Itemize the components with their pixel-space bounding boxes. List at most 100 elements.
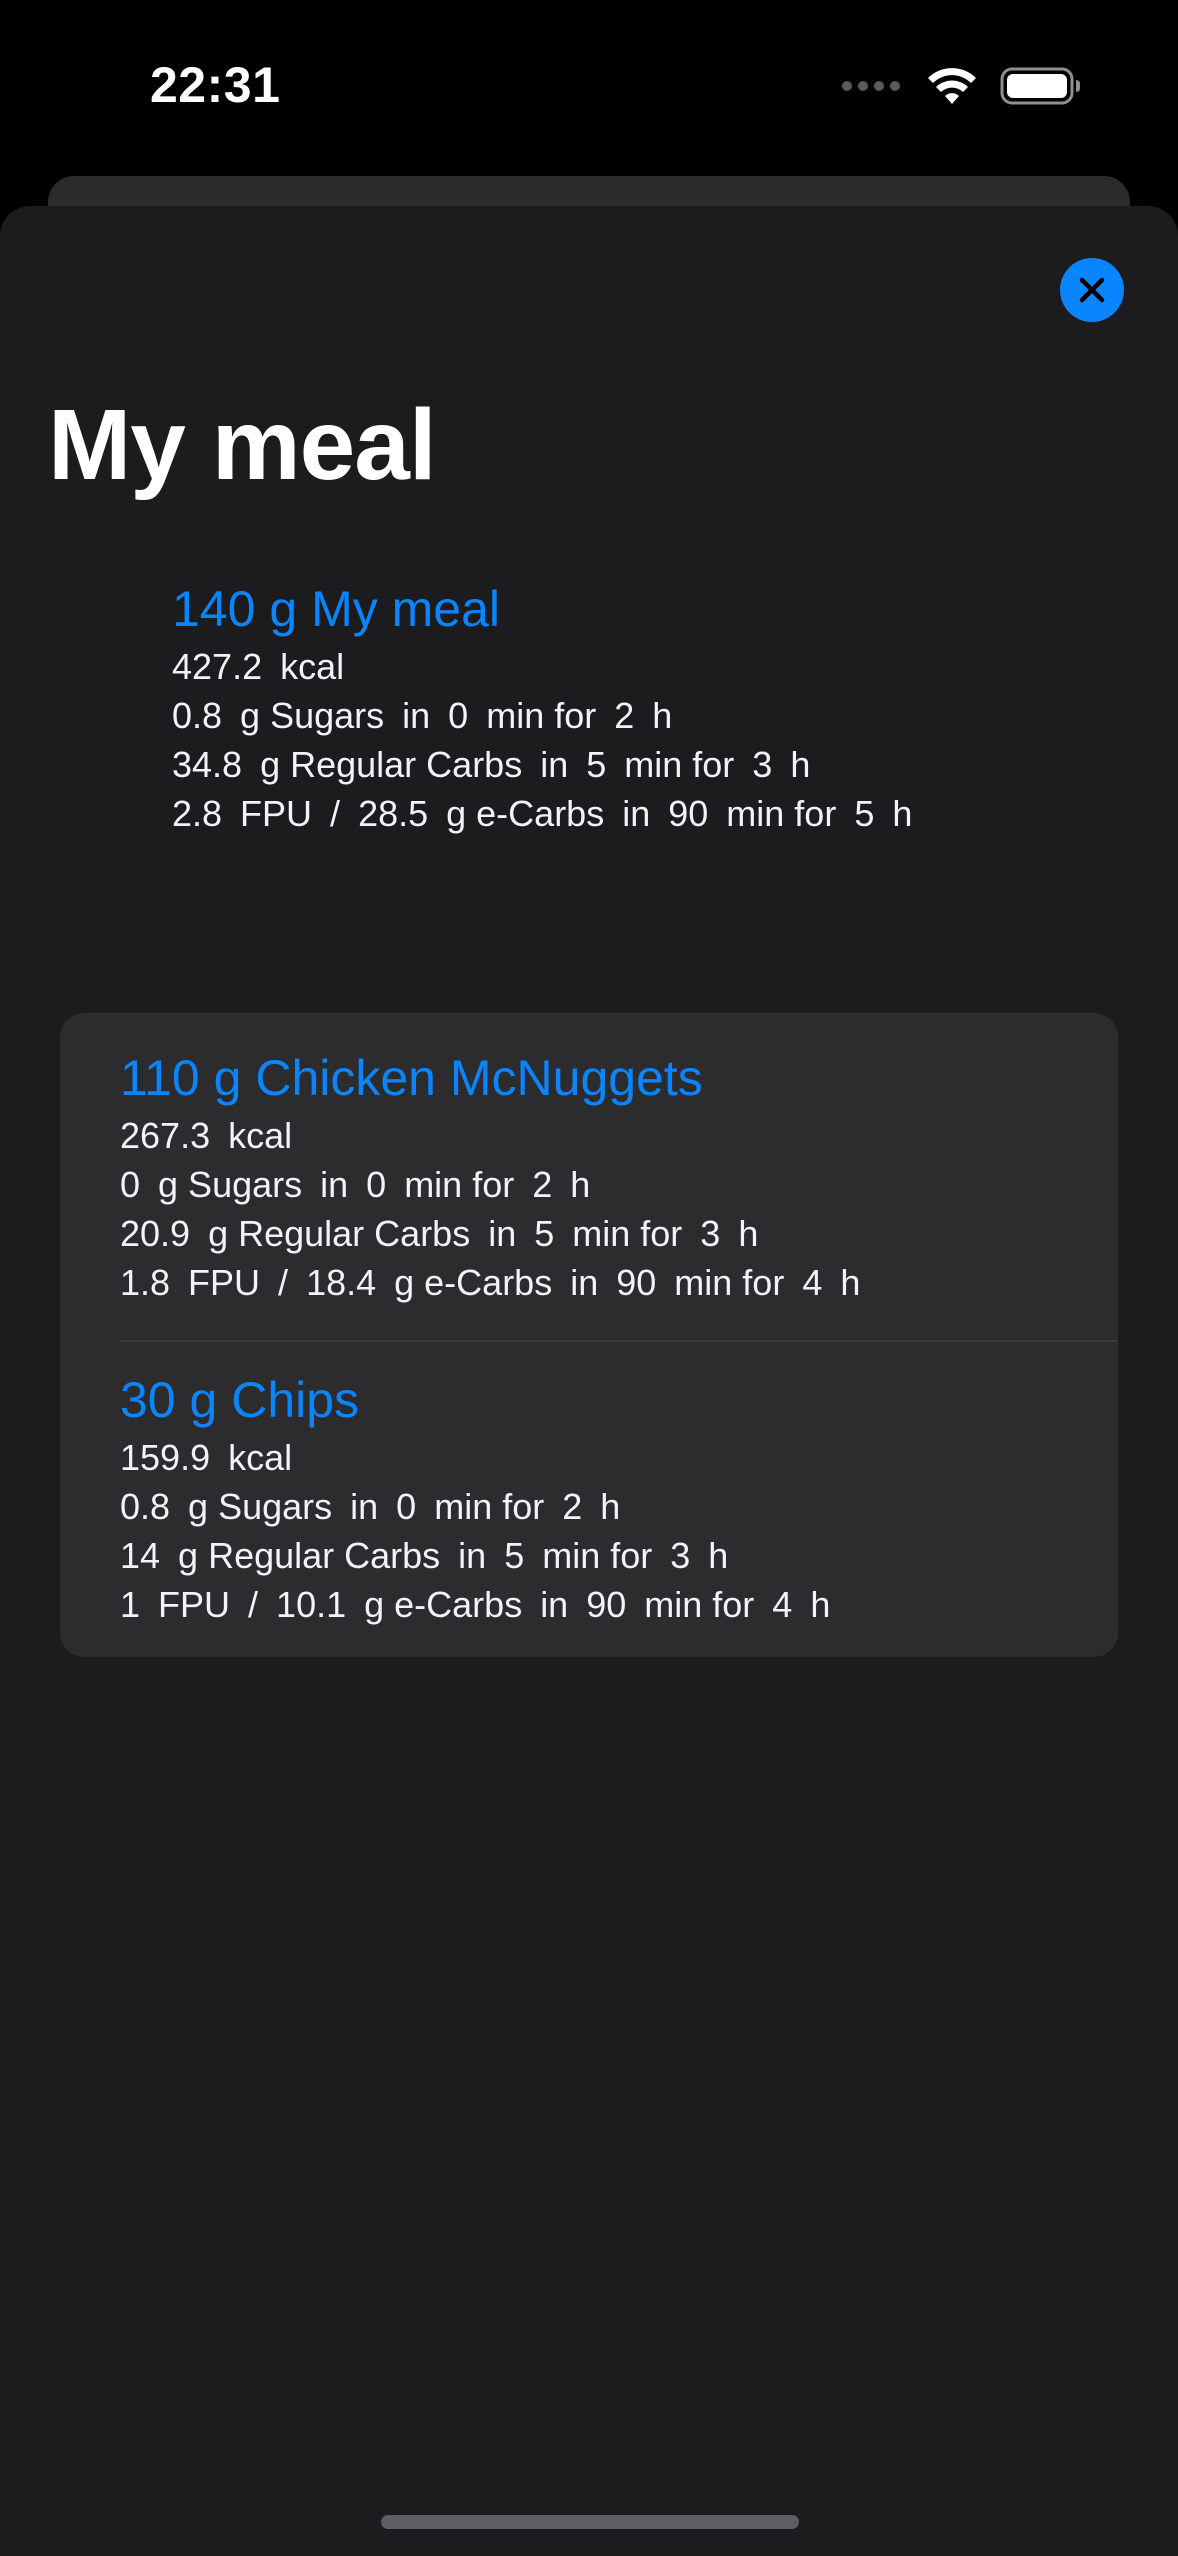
item-kcal-line: 159.9 kcal <box>120 1433 1118 1482</box>
in-label: in <box>458 1535 487 1576</box>
summary-kcal-line: 427.2 kcal <box>172 642 930 691</box>
min-for-label: min for <box>404 1164 515 1205</box>
fpu-label: FPU <box>158 1584 231 1625</box>
item-ecarbs-delay: 90 <box>616 1262 657 1303</box>
ecarbs-label: g e-Carbs <box>446 793 605 834</box>
item-sugars-duration: 2 <box>532 1164 553 1205</box>
kcal-label: kcal <box>228 1437 293 1478</box>
summary-regular-carbs-line: 34.8 g Regular Carbs in 5 min for 3 h <box>172 740 930 789</box>
in-label: in <box>488 1213 517 1254</box>
min-for-label: min for <box>726 793 837 834</box>
summary-sugars-delay: 0 <box>448 695 469 736</box>
item-amount: 30 <box>120 1372 176 1428</box>
item-amount: 110 <box>120 1050 200 1106</box>
hours-label: h <box>570 1164 591 1205</box>
screen: 22:31 My meal 140 g My meal 427.2 kcal 0… <box>0 0 1178 2556</box>
min-for-label: min for <box>644 1584 755 1625</box>
hours-label: h <box>840 1262 861 1303</box>
summary-unit: g <box>269 581 298 637</box>
sugars-label: g Sugars <box>188 1486 333 1527</box>
page-title: My meal <box>48 389 437 501</box>
item-ecarbs-duration: 4 <box>802 1262 823 1303</box>
slash-label: / <box>330 793 341 834</box>
fpu-label: FPU <box>188 1262 261 1303</box>
item-unit: g <box>189 1372 218 1428</box>
meal-summary: 140 g My meal 427.2 kcal 0.8 g Sugars in 0 mi… <box>172 578 930 838</box>
summary-name: My meal <box>311 581 500 637</box>
min-for-label: min for <box>624 744 735 785</box>
regular-carbs-label: g Regular Carbs <box>208 1213 471 1254</box>
item-kcal: 159.9 <box>120 1437 211 1478</box>
list-divider <box>120 1340 1118 1342</box>
item-unit: g <box>213 1050 242 1106</box>
item-fpu: 1.8 <box>120 1262 171 1303</box>
item-regular-duration: 3 <box>670 1535 691 1576</box>
item-sugars: 0 <box>120 1164 141 1205</box>
list-item[interactable]: 30 g Chips 159.9 kcal 0.8 g Sugars in 0 min f… <box>120 1369 1118 1629</box>
close-icon <box>1079 277 1105 303</box>
slash-label: / <box>248 1584 259 1625</box>
cellular-signal-icon <box>842 81 900 91</box>
hours-label: h <box>652 695 673 736</box>
item-regular-duration: 3 <box>700 1213 721 1254</box>
item-ecarbs-duration: 4 <box>772 1584 793 1625</box>
in-label: in <box>320 1164 349 1205</box>
summary-ecarbs: 28.5 <box>358 793 429 834</box>
hours-label: h <box>738 1213 759 1254</box>
min-for-label: min for <box>542 1535 653 1576</box>
in-label: in <box>540 1584 569 1625</box>
item-regular-delay: 5 <box>534 1213 555 1254</box>
summary-kcal: 427.2 <box>172 646 263 687</box>
item-sugars-delay: 0 <box>396 1486 417 1527</box>
sugars-label: g Sugars <box>240 695 385 736</box>
item-sugars-delay: 0 <box>366 1164 387 1205</box>
hours-label: h <box>810 1584 831 1625</box>
ecarbs-label: g e-Carbs <box>364 1584 523 1625</box>
status-icons <box>842 64 1082 108</box>
ingredients-list: 110 g Chicken McNuggets 267.3 kcal 0 g Sug… <box>60 1013 1118 1657</box>
close-button[interactable] <box>1060 258 1124 322</box>
summary-amount: 140 <box>172 581 256 637</box>
slash-label: / <box>278 1262 289 1303</box>
item-name: Chips <box>231 1372 360 1428</box>
item-title: 110 g Chicken McNuggets <box>120 1047 1118 1109</box>
item-sugars-line: 0.8 g Sugars in 0 min for 2 h <box>120 1482 1118 1531</box>
item-sugars: 0.8 <box>120 1486 171 1527</box>
item-ecarbs: 10.1 <box>276 1584 347 1625</box>
hours-label: h <box>790 744 811 785</box>
battery-icon <box>1000 67 1080 105</box>
min-for-label: min for <box>572 1213 683 1254</box>
summary-ecarbs-delay: 90 <box>668 793 709 834</box>
item-ecarbs: 18.4 <box>306 1262 377 1303</box>
fpu-label: FPU <box>240 793 313 834</box>
home-indicator[interactable] <box>381 2515 799 2529</box>
item-kcal-line: 267.3 kcal <box>120 1111 1118 1160</box>
item-fpu: 1 <box>120 1584 141 1625</box>
hours-label: h <box>708 1535 729 1576</box>
list-item[interactable]: 110 g Chicken McNuggets 267.3 kcal 0 g Sug… <box>120 1047 1118 1307</box>
in-label: in <box>402 695 431 736</box>
item-sugars-duration: 2 <box>562 1486 583 1527</box>
summary-ecarbs-line: 2.8 FPU / 28.5 g e-Carbs in 90 min for 5 h <box>172 789 930 838</box>
in-label: in <box>570 1262 599 1303</box>
sugars-label: g Sugars <box>158 1164 303 1205</box>
item-name: Chicken McNuggets <box>255 1050 703 1106</box>
min-for-label: min for <box>674 1262 785 1303</box>
regular-carbs-label: g Regular Carbs <box>178 1535 441 1576</box>
summary-regular-duration: 3 <box>752 744 773 785</box>
in-label: in <box>350 1486 379 1527</box>
meal-sheet: My meal 140 g My meal 427.2 kcal 0.8 g Sug… <box>0 206 1178 2556</box>
summary-sugars-line: 0.8 g Sugars in 0 min for 2 h <box>172 691 930 740</box>
item-ecarbs-delay: 90 <box>586 1584 627 1625</box>
kcal-label: kcal <box>280 646 345 687</box>
wifi-icon <box>928 68 976 104</box>
summary-title: 140 g My meal <box>172 578 930 640</box>
item-regular-carbs-line: 20.9 g Regular Carbs in 5 min for 3 h <box>120 1209 1118 1258</box>
item-title: 30 g Chips <box>120 1369 1118 1431</box>
item-regular-carbs: 20.9 <box>120 1213 191 1254</box>
summary-sugars-duration: 2 <box>614 695 635 736</box>
summary-ecarbs-duration: 5 <box>854 793 875 834</box>
ecarbs-label: g e-Carbs <box>394 1262 553 1303</box>
item-regular-carbs-line: 14 g Regular Carbs in 5 min for 3 h <box>120 1531 1118 1580</box>
regular-carbs-label: g Regular Carbs <box>260 744 523 785</box>
